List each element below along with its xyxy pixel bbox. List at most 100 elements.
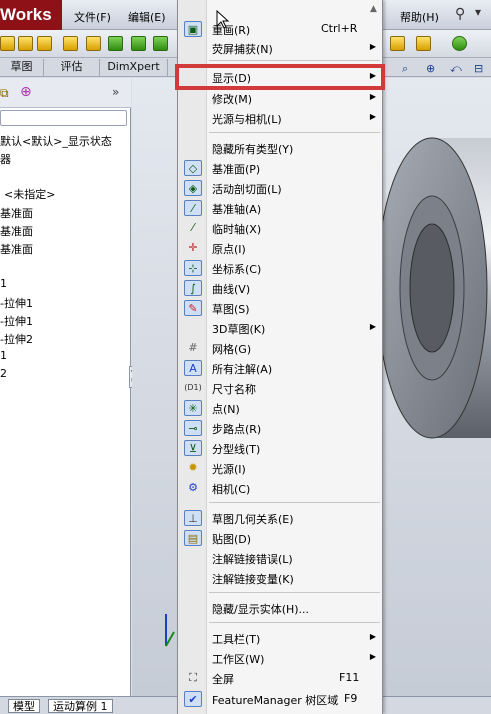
menu-item-annotation-link-errors[interactable]: 注解链接错误(L) [178,548,382,568]
tab-sketch[interactable]: 草图 [0,59,44,76]
toolbar-loft-icon[interactable] [131,36,146,51]
tab-model[interactable]: 模型 [8,699,40,713]
menu-item-decals[interactable]: ▤ 贴图(D) [178,528,382,548]
menu-item-sketches[interactable]: ✎ 草图(S) [178,298,382,318]
dropdown-arrow-icon[interactable]: ▾ [475,5,481,19]
tree-item-origin[interactable]: 1 [0,277,7,290]
sketch-icon: ✎ [184,300,202,316]
menu-item-screen-capture[interactable]: 荧屏捕获(N) ▶ [178,38,382,58]
menu-item-label: 荧屏捕获(N) [212,43,273,56]
menu-item-label: 点(N) [212,403,240,416]
menu-item-parting-lines[interactable]: ⊻ 分型线(T) [178,438,382,458]
menu-item-shortcut: F9 [344,692,358,705]
menu-item-3d-sketches[interactable]: 3D草图(K) ▶ [178,318,382,338]
menu-item-all-annotations[interactable]: A 所有注解(A) [178,358,382,378]
menu-item-lights[interactable]: ✹ 光源(I) [178,458,382,478]
toolbar-pattern-icon[interactable] [390,36,405,51]
menu-item-annotation-link-variables[interactable]: 注解链接变量(K) [178,568,382,588]
menu-item-temporary-axes[interactable]: ⁄ 临时轴(X) [178,218,382,238]
menu-item-redraw[interactable]: ▣ 重画(R) Ctrl+R [178,19,382,39]
menu-item-hide-show-bodies[interactable]: 隐藏/显示实体(H)... [178,598,382,618]
submenu-arrow-icon: ▶ [369,322,376,331]
tree-item-top-plane[interactable]: 基准面 [0,223,33,239]
toolbar-curve-icon[interactable] [452,36,467,51]
menu-item-grid[interactable]: # 网格(G) [178,338,382,358]
zoom-area-icon[interactable]: ⊕ [426,63,440,75]
menu-item-origins[interactable]: ✛ 原点(I) [178,238,382,258]
config-manager-icon[interactable]: ⧉ [0,86,9,101]
submenu-arrow-icon: ▶ [369,112,376,121]
tree-item-material[interactable]: <未指定> [4,186,55,202]
menu-item-label: 光源(I) [212,463,246,476]
toolbar-revolve-icon[interactable] [86,36,101,51]
menu-item-points[interactable]: ✳ 点(N) [178,398,382,418]
menu-item-featuremanager-area[interactable]: ✔ FeatureManager 树区域 F9 [178,689,382,709]
menu-item-toolbars[interactable]: 工具栏(T) ▶ [178,628,382,648]
menu-help[interactable]: 帮助(H) [400,9,439,25]
toolbar-cut-icon[interactable] [63,36,78,51]
menu-item-full-screen[interactable]: ⛶ 全屏 F11 [178,668,382,688]
expand-chevron-icon[interactable]: » [112,85,119,99]
menu-item-route-points[interactable]: ⊸ 步路点(R) [178,418,382,438]
tree-item-front-plane[interactable]: 基准面 [0,205,33,221]
tab-motion-study[interactable]: 运动算例 1 [48,699,113,713]
plane-icon: ◇ [184,160,202,176]
menu-separator [209,60,380,61]
fullscreen-icon: ⛶ [189,671,197,684]
highlight-box [175,64,385,90]
toolbar-spark-icon[interactable] [416,36,431,51]
view-toolbar: ⌕ ⊕ ⤺ ⊟ [382,60,491,78]
toolbar-fillet-icon[interactable] [153,36,168,51]
tree-item-sensors[interactable]: 器 [0,151,11,167]
submenu-arrow-icon: ▶ [369,92,376,101]
sketch-relation-icon: ⊥ [184,510,202,526]
tree-item-extrude-1[interactable]: -拉伸1 [0,295,33,311]
menu-item-live-section[interactable]: ◈ 活动剖切面(L) [178,178,382,198]
menu-item-planes[interactable]: ◇ 基准面(P) [178,158,382,178]
toolbar-shape-icon[interactable] [18,36,33,51]
menu-item-dimension-names[interactable]: (D1) 尺寸名称 [178,378,382,398]
tree-item-extrude-1b[interactable]: -拉伸1 [0,313,33,329]
menu-item-axes[interactable]: ⁄ 基准轴(A) [178,198,382,218]
menu-item-lights-cameras[interactable]: 光源与相机(L) ▶ [178,108,382,128]
tab-evaluate[interactable]: 评估 [44,59,100,76]
redraw-icon: ▣ [184,21,202,37]
menu-item-label: 坐标系(C) [212,263,262,276]
tree-item-extrude-2[interactable]: -拉伸2 [0,331,33,347]
menu-item-label: 所有注解(A) [212,363,273,376]
dimxpert-manager-icon[interactable]: ⊕ [20,84,32,100]
menu-scroll-up-icon[interactable]: ▲ [370,4,377,14]
section-view-icon[interactable]: ⊟ [474,63,488,75]
tree-item-feature-1[interactable]: 1 [0,349,7,362]
menu-item-cameras[interactable]: ⚙ 相机(C) [178,478,382,498]
menu-item-hide-all-types[interactable]: 隐藏所有类型(Y) [178,138,382,158]
menu-separator [209,592,380,593]
toolbar-sweep-icon[interactable] [108,36,123,51]
menu-item-modify[interactable]: 修改(M) ▶ [178,88,382,108]
menu-item-curves[interactable]: ∫ 曲线(V) [178,278,382,298]
annotation-icon: A [184,360,202,376]
menu-item-workspace[interactable]: 工作区(W) ▶ [178,648,382,668]
curve-icon: ∫ [184,280,202,296]
submenu-arrow-icon: ▶ [369,652,376,661]
menu-item-label: 隐藏/显示实体(H)... [212,603,310,616]
zoom-to-fit-icon[interactable]: ⌕ [402,63,416,75]
tree-item-feature-2[interactable]: 2 [0,367,7,380]
menu-item-label: 注解链接错误(L) [212,553,293,566]
tree-item-right-plane[interactable]: 基准面 [0,241,33,257]
tab-dimxpert[interactable]: DimXpert [100,59,168,76]
menu-edit[interactable]: 编辑(E) [128,9,166,25]
tree-item-display-state[interactable]: 默认<默认>_显示状态 [0,133,112,149]
toolbar-extrude-icon[interactable] [37,36,52,51]
tree-filter-input[interactable] [0,110,127,126]
pin-icon[interactable]: ⚲ [455,6,465,22]
previous-view-icon[interactable]: ⤺ [450,63,464,75]
toolbar-feature-icon[interactable] [0,36,15,51]
context-menu: ▲ ▣ 重画(R) Ctrl+R 荧屏捕获(N) ▶ 显示(D) ▶ 修改(M)… [177,0,383,714]
menu-item-coordinate-systems[interactable]: ⊹ 坐标系(C) [178,258,382,278]
menu-item-sketch-relations[interactable]: ⊥ 草图几何关系(E) [178,508,382,528]
menu-item-label: 原点(I) [212,243,246,256]
coordinate-system-icon: ⊹ [184,260,202,276]
feature-manager-pane: ⧉ ⊕ » 默认<默认>_显示状态 器 <未指定> 基准面 基准面 基准面 1 … [0,78,131,696]
menu-file[interactable]: 文件(F) [74,9,111,25]
